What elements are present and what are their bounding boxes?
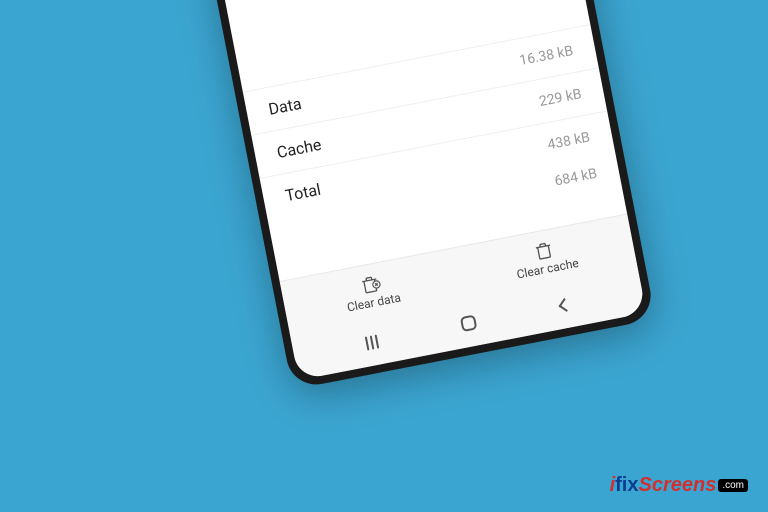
phone-frame: Data 16.38 kB Cache 229 kB Total 438 kB … (174, 0, 656, 390)
action-label: Clear cache (516, 256, 580, 282)
phone-screen: Data 16.38 kB Cache 229 kB Total 438 kB … (184, 0, 647, 380)
watermark-logo: ifixScreens.com (610, 474, 748, 497)
home-button[interactable] (460, 314, 478, 332)
row-label: Total (284, 180, 323, 205)
row-value: 16.38 kB (518, 43, 575, 69)
row-label: Cache (275, 135, 323, 162)
recents-button[interactable] (365, 334, 379, 350)
trash-icon (358, 273, 383, 295)
row-value: 438 kB (546, 129, 591, 153)
row-value: 229 kB (538, 86, 583, 110)
back-button[interactable] (559, 298, 573, 312)
action-label: Clear data (346, 290, 402, 314)
trash-icon (532, 239, 557, 261)
row-label: Data (267, 94, 303, 119)
